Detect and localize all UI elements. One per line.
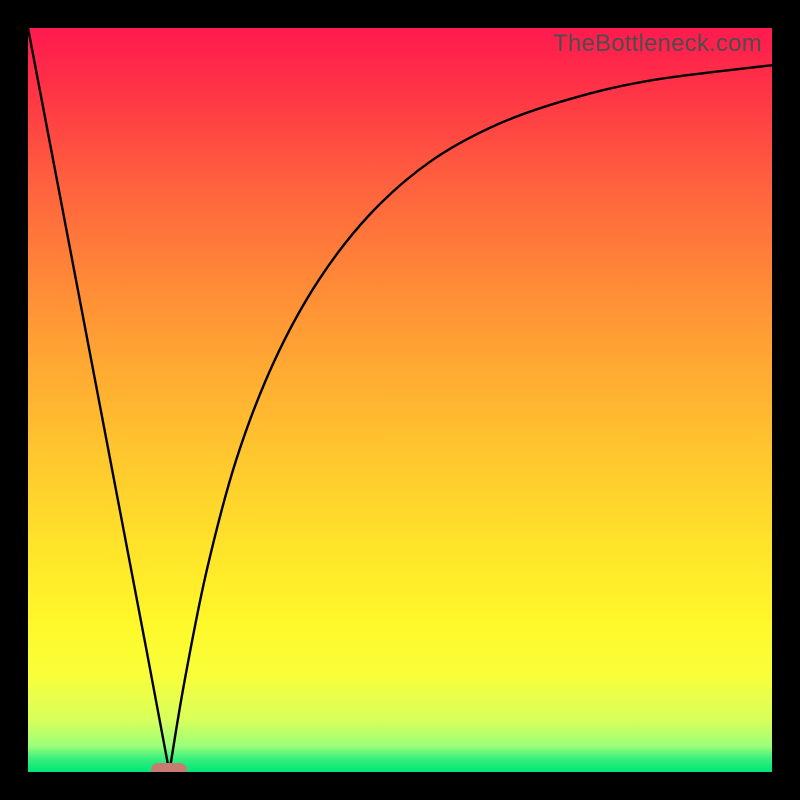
chart-frame: TheBottleneck.com <box>0 0 800 800</box>
plot-area: TheBottleneck.com <box>28 28 772 772</box>
optimum-marker <box>151 763 187 772</box>
bottleneck-curve <box>28 28 772 772</box>
curve-layer <box>28 28 772 772</box>
